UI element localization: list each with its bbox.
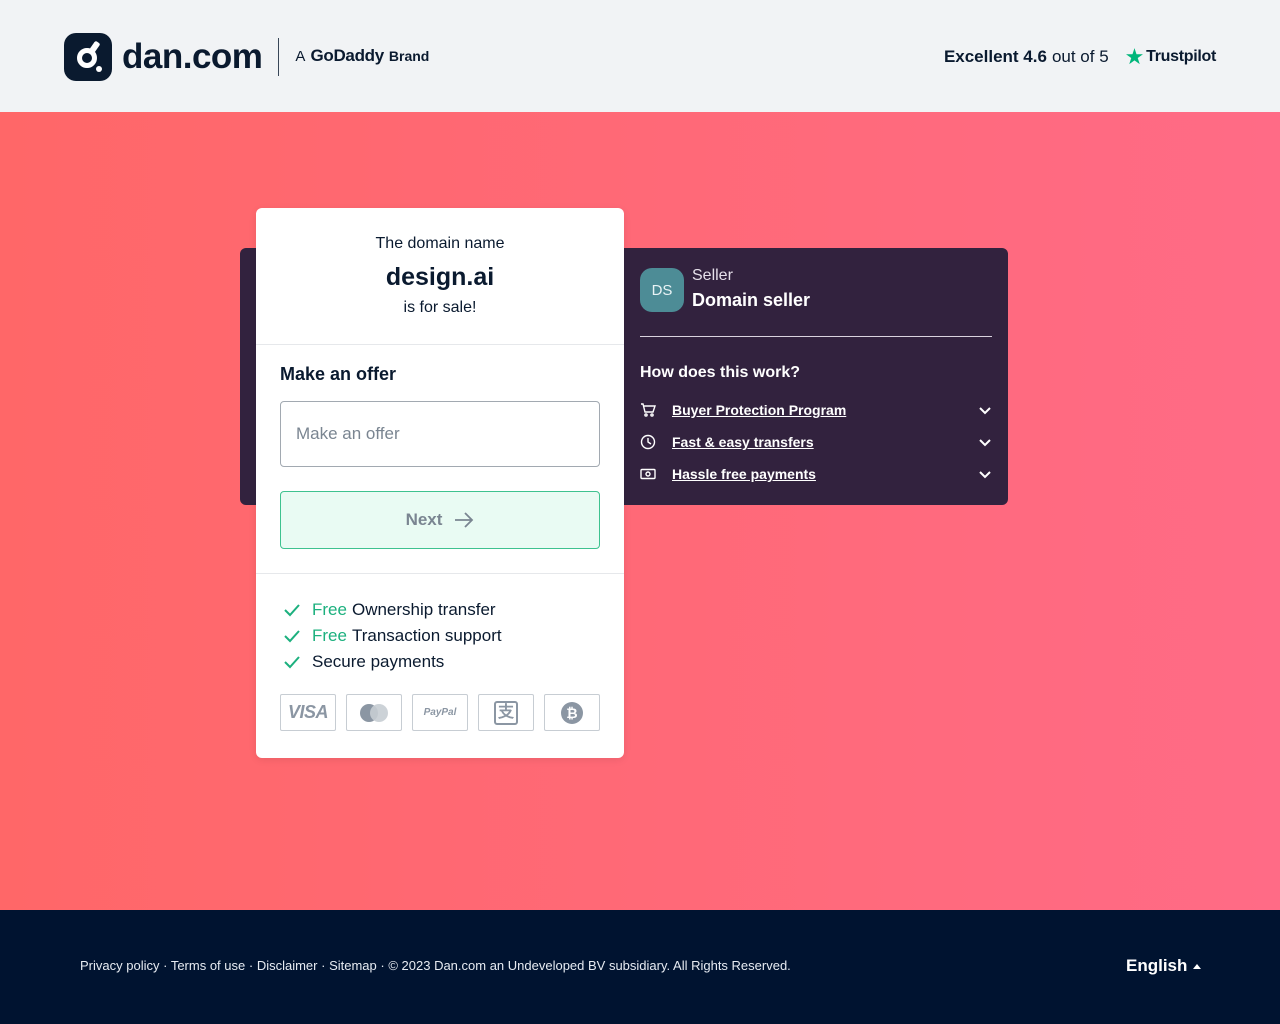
mastercard-icon	[346, 694, 402, 731]
next-button-label: Next	[405, 510, 443, 529]
domain-pre-text: The domain name	[375, 235, 505, 252]
copyright-text: © 2023 Dan.com an Undeveloped BV subsidi…	[388, 958, 791, 973]
rating-label: Excellent 4.6	[943, 47, 1047, 66]
feature-text: Transaction support	[351, 626, 502, 645]
check-icon	[284, 630, 300, 643]
feature-secure-payments: Secure payments	[284, 649, 444, 675]
accordion-hassle-free-payments[interactable]: Hassle free payments	[640, 462, 992, 486]
money-icon	[640, 466, 656, 482]
language-selector[interactable]: English	[1126, 954, 1202, 978]
caret-up-icon	[1193, 963, 1202, 969]
domain-post-text: is for sale!	[403, 299, 477, 316]
feature-transaction-support: Free Transaction support	[284, 623, 502, 649]
chevron-down-icon	[979, 407, 991, 415]
domain-name: design.ai	[385, 263, 495, 291]
card-divider	[256, 344, 624, 345]
card-divider	[256, 573, 624, 574]
bitcoin-glyph: ₿	[561, 701, 583, 724]
feature-text: Secure payments	[312, 652, 445, 671]
chevron-down-icon	[979, 471, 991, 479]
how-it-works-title: How does this work?	[640, 364, 801, 381]
offer-input[interactable]	[280, 401, 600, 467]
terms-of-use-link[interactable]: Terms of use	[171, 958, 245, 973]
seller-block: DS Seller Domain seller	[640, 266, 810, 314]
accordion-buyer-protection[interactable]: Buyer Protection Program	[640, 398, 992, 422]
godaddy-brand: A GoDaddy Brand	[295, 32, 429, 81]
check-icon	[284, 656, 300, 669]
seller-label: Seller	[692, 267, 733, 284]
alipay-glyph: 支	[494, 700, 518, 725]
footer-links: Privacy policy · Terms of use · Disclaim…	[80, 958, 791, 973]
brand-name: GoDaddy	[310, 46, 384, 65]
hero-background	[0, 112, 1280, 910]
accordion-label: Buyer Protection Program	[672, 402, 847, 418]
privacy-policy-link[interactable]: Privacy policy	[80, 958, 159, 973]
brand-suffix: Brand	[388, 48, 430, 64]
alipay-icon: 支	[478, 694, 534, 731]
payment-methods: VISA PayPal 支 ₿	[280, 694, 600, 731]
panel-divider	[640, 336, 992, 337]
trustpilot-logo: ★ Trustpilot	[1124, 44, 1217, 70]
brand-prefix: A	[295, 48, 306, 65]
feature-ownership-transfer: Free Ownership transfer	[284, 597, 496, 623]
domain-offer-card: The domain name design.ai is for sale! M…	[256, 208, 624, 758]
site-header: dan.com A GoDaddy Brand Excellent 4.6 ou…	[0, 0, 1280, 112]
clock-icon	[640, 434, 656, 450]
language-label: English	[1126, 956, 1188, 975]
trustpilot-text: Trustpilot	[1146, 48, 1216, 65]
accordion-fast-transfers[interactable]: Fast & easy transfers	[640, 430, 992, 454]
accordion-label: Hassle free payments	[672, 466, 816, 482]
logo[interactable]: dan.com A GoDaddy Brand	[64, 32, 429, 81]
feature-free-tag: Free	[312, 626, 347, 645]
seller-avatar: DS	[640, 268, 684, 312]
disclaimer-link[interactable]: Disclaimer	[257, 958, 318, 973]
chevron-down-icon	[979, 439, 991, 447]
domain-heading: The domain name design.ai is for sale!	[256, 208, 624, 345]
rating-rest: out of 5	[1051, 47, 1109, 66]
paypal-icon: PayPal	[412, 694, 468, 731]
logo-text: dan.com	[122, 36, 263, 76]
offer-title: Make an offer	[280, 364, 397, 384]
logo-divider	[278, 37, 280, 76]
feature-free-tag: Free	[312, 600, 347, 619]
check-icon	[284, 604, 300, 617]
arrow-right-icon	[455, 512, 474, 528]
accordion-label: Fast & easy transfers	[672, 434, 814, 450]
sitemap-link[interactable]: Sitemap	[329, 958, 377, 973]
next-button[interactable]: Next	[280, 491, 600, 549]
visa-icon: VISA	[280, 694, 336, 731]
trustpilot-star-icon: ★	[1124, 44, 1145, 69]
dan-logo-icon	[64, 32, 112, 81]
feature-text: Ownership transfer	[351, 600, 496, 619]
cart-icon	[640, 402, 656, 418]
trustpilot-rating[interactable]: Excellent 4.6 out of 5 ★ Trustpilot	[944, 44, 1216, 70]
seller-name: Domain seller	[692, 290, 811, 310]
bitcoin-icon: ₿	[544, 694, 600, 731]
